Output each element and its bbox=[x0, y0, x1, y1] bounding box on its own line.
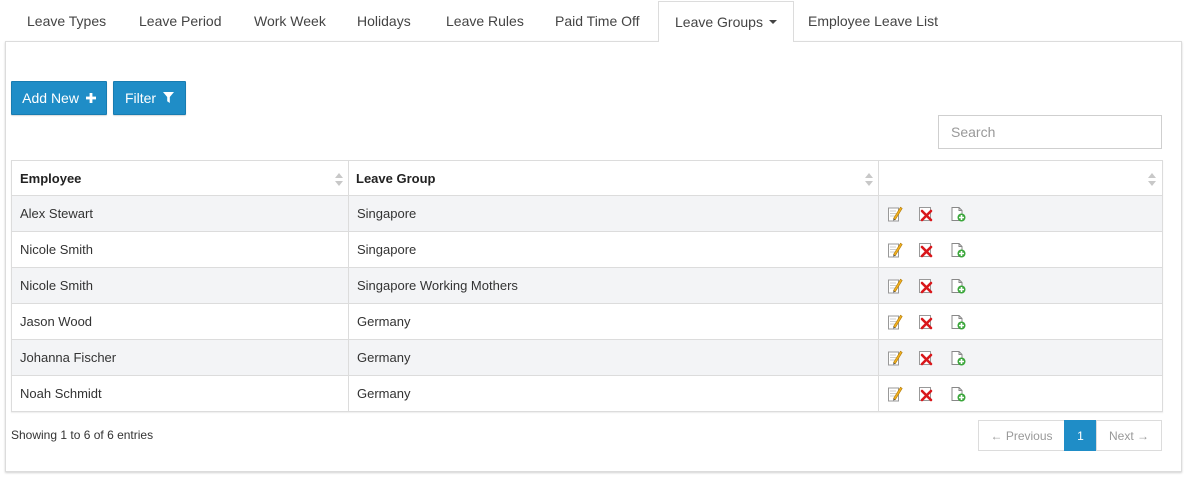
leave-groups-table: Employee Leave Group Alex Stewart Singapo… bbox=[11, 160, 1163, 412]
tab-employee-leave-list[interactable]: Employee Leave List bbox=[808, 0, 938, 42]
tab-paid-time-off[interactable]: Paid Time Off bbox=[555, 0, 640, 42]
edit-icon[interactable] bbox=[887, 350, 903, 366]
edit-icon[interactable] bbox=[887, 242, 903, 258]
copy-icon[interactable] bbox=[950, 314, 966, 330]
copy-icon[interactable] bbox=[950, 242, 966, 258]
copy-icon[interactable] bbox=[950, 278, 966, 294]
column-header-employee[interactable]: Employee bbox=[12, 161, 348, 196]
table-row[interactable]: Nicole Smith Singapore Working Mothers bbox=[12, 268, 1162, 304]
copy-icon[interactable] bbox=[950, 206, 966, 222]
delete-icon[interactable] bbox=[918, 386, 934, 402]
copy-icon[interactable] bbox=[950, 350, 966, 366]
page-1-button[interactable]: 1 bbox=[1064, 420, 1097, 451]
column-header-actions[interactable] bbox=[878, 161, 1162, 196]
leave-group-cell: Singapore bbox=[357, 242, 417, 257]
previous-page-button[interactable]: ← Previous bbox=[978, 420, 1065, 451]
edit-icon[interactable] bbox=[887, 206, 903, 222]
sort-icon[interactable] bbox=[335, 173, 343, 187]
plus-icon bbox=[85, 82, 96, 114]
employee-cell: Jason Wood bbox=[20, 314, 93, 329]
delete-icon[interactable] bbox=[918, 314, 934, 330]
tab-work-week[interactable]: Work Week bbox=[254, 0, 326, 42]
leave-group-cell: Singapore bbox=[357, 206, 417, 221]
add-new-label: Add New bbox=[22, 90, 79, 106]
table-row[interactable]: Jason Wood Germany bbox=[12, 304, 1162, 340]
employee-cell: Noah Schmidt bbox=[20, 386, 102, 401]
employee-cell: Nicole Smith bbox=[20, 242, 93, 257]
delete-icon[interactable] bbox=[918, 350, 934, 366]
column-header-leave-group-label: Leave Group bbox=[356, 171, 436, 186]
table-info: Showing 1 to 6 of 6 entries bbox=[11, 428, 154, 442]
tab-holidays[interactable]: Holidays bbox=[357, 0, 411, 42]
employee-cell: Nicole Smith bbox=[20, 278, 93, 293]
delete-icon[interactable] bbox=[918, 278, 934, 294]
column-divider bbox=[878, 161, 879, 411]
employee-cell: Alex Stewart bbox=[20, 206, 93, 221]
leave-group-cell: Singapore Working Mothers bbox=[357, 278, 518, 293]
employee-cell: Johanna Fischer bbox=[20, 350, 117, 365]
table-row[interactable]: Johanna Fischer Germany bbox=[12, 340, 1162, 376]
funnel-icon bbox=[163, 82, 174, 114]
search-input[interactable] bbox=[938, 115, 1162, 149]
table-row[interactable]: Noah Schmidt Germany bbox=[12, 376, 1162, 412]
column-header-employee-label: Employee bbox=[20, 171, 82, 186]
copy-icon[interactable] bbox=[950, 386, 966, 402]
next-page-button[interactable]: Next → bbox=[1096, 420, 1162, 451]
table-row[interactable]: Nicole Smith Singapore bbox=[12, 232, 1162, 268]
tab-leave-rules[interactable]: Leave Rules bbox=[446, 0, 524, 42]
tab-leave-groups[interactable]: Leave Groups bbox=[658, 1, 794, 42]
column-header-leave-group[interactable]: Leave Group bbox=[348, 161, 878, 196]
caret-down-icon bbox=[768, 20, 777, 25]
edit-icon[interactable] bbox=[887, 314, 903, 330]
filter-button[interactable]: Filter bbox=[113, 81, 186, 115]
delete-icon[interactable] bbox=[918, 242, 934, 258]
leave-group-cell: Germany bbox=[357, 314, 411, 329]
leave-group-cell: Germany bbox=[357, 350, 411, 365]
filter-label: Filter bbox=[124, 90, 157, 106]
tab-leave-types[interactable]: Leave Types bbox=[27, 0, 106, 42]
tab-leave-groups-label: Leave Groups bbox=[675, 14, 763, 30]
tab-bar: Leave Types Leave Period Work Week Holid… bbox=[0, 0, 1190, 42]
leave-group-cell: Germany bbox=[357, 386, 411, 401]
delete-icon[interactable] bbox=[918, 206, 934, 222]
column-divider bbox=[348, 161, 349, 411]
table-row[interactable]: Alex Stewart Singapore bbox=[12, 196, 1162, 232]
edit-icon[interactable] bbox=[887, 386, 903, 402]
edit-icon[interactable] bbox=[887, 278, 903, 294]
sort-icon[interactable] bbox=[1148, 173, 1156, 187]
add-new-button[interactable]: Add New bbox=[11, 81, 107, 115]
sort-icon[interactable] bbox=[865, 173, 873, 187]
table-header: Employee Leave Group bbox=[12, 161, 1162, 196]
tab-leave-period[interactable]: Leave Period bbox=[139, 0, 222, 42]
